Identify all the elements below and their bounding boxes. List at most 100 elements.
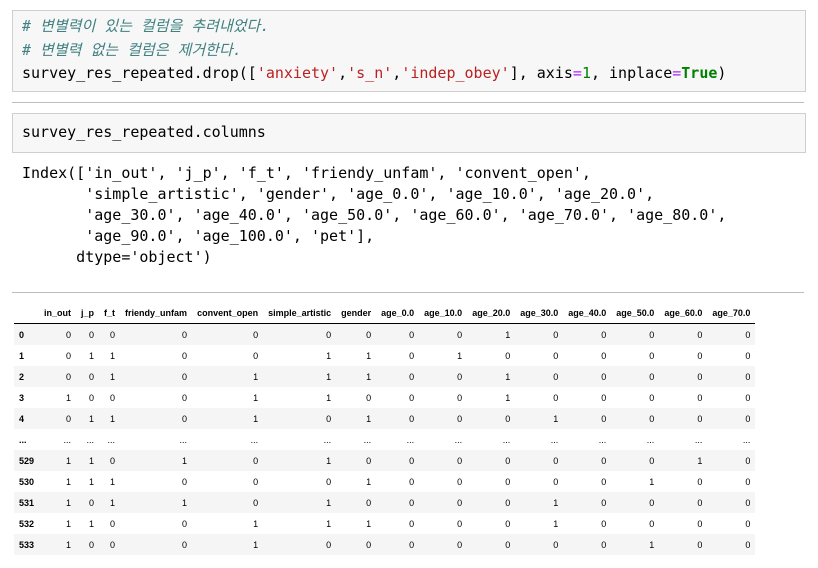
- output-index-line-4: 'age_90.0', 'age_100.0', 'pet'],: [22, 227, 375, 245]
- table-cell: 1: [66, 476, 72, 487]
- table-cell: ...: [406, 434, 415, 445]
- table-cell: 1: [366, 518, 372, 529]
- table-cell: 0: [409, 371, 415, 382]
- table-cell: 0: [110, 518, 116, 529]
- table-cell: 0: [601, 371, 607, 382]
- table-row: 2 0 0 1 0 1 1 1 0 0 1 0 0 0 0 0: [14, 366, 756, 387]
- table-cell: ...: [323, 434, 332, 445]
- table-cell: 0: [553, 455, 559, 466]
- table-cell: 0: [457, 392, 463, 403]
- table-cell: 0: [697, 392, 703, 403]
- table-cell: 0: [409, 539, 415, 550]
- table-cell: 0: [457, 497, 463, 508]
- table-cell: 0: [182, 518, 188, 529]
- table-cell: 0: [601, 518, 607, 529]
- table-cell: 0: [182, 413, 188, 424]
- table-cell: 0: [649, 497, 655, 508]
- table-header-cell: age_40.0: [563, 302, 612, 324]
- table-cell: ...: [502, 434, 511, 445]
- dataframe-table: in_out j_p f_t friendy_unfam convent_ope…: [14, 302, 756, 555]
- table-cell: 1: [110, 350, 116, 361]
- table-cell: 0: [366, 329, 372, 340]
- table-cell: 0: [253, 455, 259, 466]
- table-cell: 0: [89, 392, 95, 403]
- table-cell: 0: [697, 350, 703, 361]
- table-cell: 0: [505, 518, 511, 529]
- table-cell: 0: [409, 350, 415, 361]
- table-cell: 1: [553, 413, 559, 424]
- table-cell: 0: [326, 413, 332, 424]
- table-cell: 0: [66, 329, 72, 340]
- table-cell: ...: [107, 434, 116, 445]
- table-cell: 0: [745, 518, 751, 529]
- table-cell: 0: [505, 476, 511, 487]
- table-cell: 1: [182, 455, 188, 466]
- table-cell: 0: [326, 476, 332, 487]
- table-row: 4 0 1 1 0 1 0 1 0 0 0 1 0 0 0 0: [14, 408, 756, 429]
- table-cell: 0: [601, 539, 607, 550]
- table-cell: 0: [649, 413, 655, 424]
- table-cell: 0: [409, 413, 415, 424]
- table-cell: 0: [745, 392, 751, 403]
- table-cell: 1: [66, 497, 72, 508]
- table-cell: 0: [457, 329, 463, 340]
- table-header-cell: friendy_unfam: [120, 302, 193, 324]
- output-index-line-3: 'age_30.0', 'age_40.0', 'age_50.0', 'age…: [22, 206, 727, 224]
- table-cell: 0: [66, 413, 72, 424]
- table-cell: 0: [697, 518, 703, 529]
- table-cell: 0: [553, 539, 559, 550]
- table-header-cell: f_t: [99, 302, 121, 324]
- row-index: 3: [19, 392, 25, 403]
- table-header-cell: age_10.0: [419, 302, 468, 324]
- table-header-cell: age_20.0: [467, 302, 516, 324]
- table-cell: 1: [110, 497, 116, 508]
- table-cell: 0: [110, 329, 116, 340]
- table-cell: 1: [89, 455, 95, 466]
- table-cell: 0: [745, 329, 751, 340]
- table-cell: 0: [409, 497, 415, 508]
- table-header-cell: age_30.0: [515, 302, 564, 324]
- row-index: 1: [19, 350, 25, 361]
- table-cell: 1: [66, 392, 72, 403]
- table-cell: 1: [697, 455, 703, 466]
- table-cell: 0: [89, 497, 95, 508]
- row-index: 0: [19, 329, 25, 340]
- table-cell: ...: [250, 434, 259, 445]
- table-row: 530 1 1 1 0 0 0 1 0 0 0 0 0 1 0 0: [14, 471, 755, 492]
- table-cell: 0: [649, 350, 655, 361]
- table-cell: 1: [649, 539, 655, 550]
- table-cell: 0: [745, 497, 751, 508]
- table-cell: 0: [182, 371, 188, 382]
- table-row: 533 1 0 0 0 1 0 0 0 0 0 0 0 1 0 0: [14, 534, 756, 555]
- output-index-line-2: 'simple_artistic', 'gender', 'age_0.0', …: [22, 185, 655, 203]
- table-cell: 0: [182, 539, 188, 550]
- table-cell: 1: [326, 455, 332, 466]
- table-cell: 0: [553, 350, 559, 361]
- table-cell: 1: [505, 392, 511, 403]
- table-cell: 0: [457, 518, 463, 529]
- row-index: 533: [19, 539, 35, 550]
- table-cell: 0: [553, 392, 559, 403]
- output-index-line-1: Index(['in_out', 'j_p', 'f_t', 'friendy_…: [22, 164, 591, 182]
- table-cell: 0: [601, 392, 607, 403]
- table-header-cell: [14, 302, 40, 324]
- table-cell: 0: [697, 371, 703, 382]
- table-header-cell: simple_artistic: [263, 302, 337, 324]
- table-cell: 0: [697, 539, 703, 550]
- table-cell: 0: [697, 413, 703, 424]
- table-cell: ...: [179, 434, 188, 445]
- table-cell: 0: [505, 350, 511, 361]
- table-cell: ...: [63, 434, 72, 445]
- table-cell: 0: [601, 350, 607, 361]
- row-index: 530: [19, 476, 35, 487]
- output-index-line-5: dtype='object'): [22, 248, 212, 266]
- table-header-cell: convent_open: [192, 302, 264, 324]
- table-cell: ...: [742, 434, 751, 445]
- table-row: 1 0 1 1 0 0 1 1 0 1 0 0 0 0 0 0: [14, 345, 755, 366]
- table-cell: 0: [89, 329, 95, 340]
- table-cell: 0: [253, 350, 259, 361]
- table-cell: 1: [110, 413, 116, 424]
- table-cell: 1: [326, 518, 332, 529]
- table-cell: 0: [182, 329, 188, 340]
- table-cell: 1: [110, 476, 116, 487]
